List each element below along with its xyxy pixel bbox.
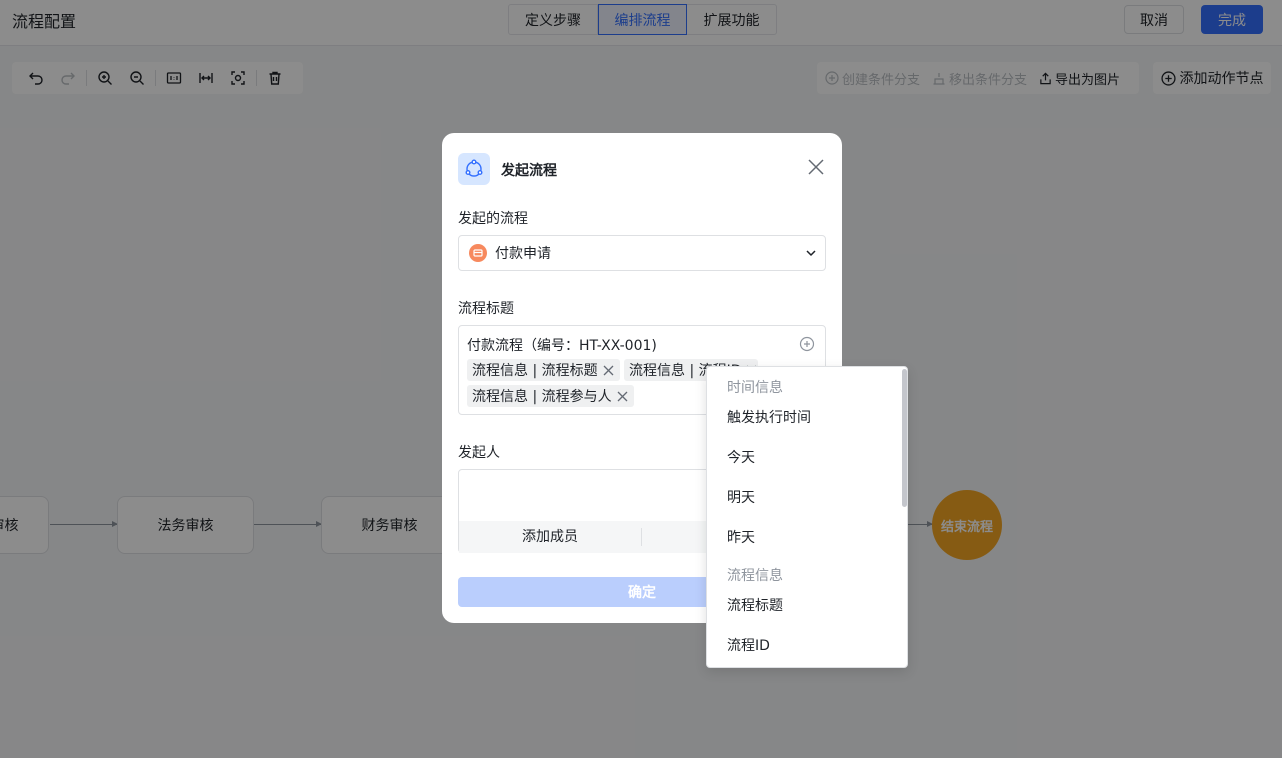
close-icon[interactable] — [806, 157, 826, 177]
add-member-button[interactable]: 添加成员 — [459, 528, 642, 546]
chevron-down-icon — [805, 247, 817, 263]
flow-select[interactable]: 付款申请 — [458, 235, 826, 271]
flow-icon — [458, 153, 490, 185]
dropdown-item-trigger-time[interactable]: 触发执行时间 — [727, 407, 811, 427]
dropdown-item-flow-title[interactable]: 流程标题 — [727, 595, 783, 615]
dropdown-group-time: 时间信息 — [727, 380, 783, 396]
payment-icon — [469, 244, 487, 262]
flow-select-value: 付款申请 — [495, 246, 551, 262]
dropdown-item-flow-id[interactable]: 流程ID — [727, 635, 770, 655]
dialog-title: 发起流程 — [501, 163, 557, 179]
insert-variable-icon[interactable] — [799, 336, 815, 356]
flow-title-text: 付款流程（编号：HT-XX-001) — [467, 338, 657, 354]
dropdown-group-flow: 流程信息 — [727, 568, 783, 584]
dropdown-scrollbar[interactable] — [902, 369, 907, 507]
dropdown-item-today[interactable]: 今天 — [727, 447, 755, 467]
close-icon[interactable] — [602, 363, 616, 377]
variable-tag: 流程信息 | 流程参与人 — [467, 385, 634, 407]
variable-tag-label: 流程信息 | 流程参与人 — [472, 389, 612, 405]
variable-dropdown: 时间信息 触发执行时间 今天 明天 昨天 流程信息 流程标题 流程ID — [706, 366, 908, 668]
variable-tag-label: 流程信息 | 流程标题 — [472, 363, 598, 379]
dropdown-item-tomorrow[interactable]: 明天 — [727, 487, 755, 507]
title-field-label: 流程标题 — [458, 301, 514, 317]
dropdown-item-yesterday[interactable]: 昨天 — [727, 527, 755, 547]
close-icon[interactable] — [616, 389, 630, 403]
initiator-field-label: 发起人 — [458, 445, 500, 461]
variable-tag: 流程信息 | 流程标题 — [467, 359, 620, 381]
flow-field-label: 发起的流程 — [458, 211, 528, 227]
